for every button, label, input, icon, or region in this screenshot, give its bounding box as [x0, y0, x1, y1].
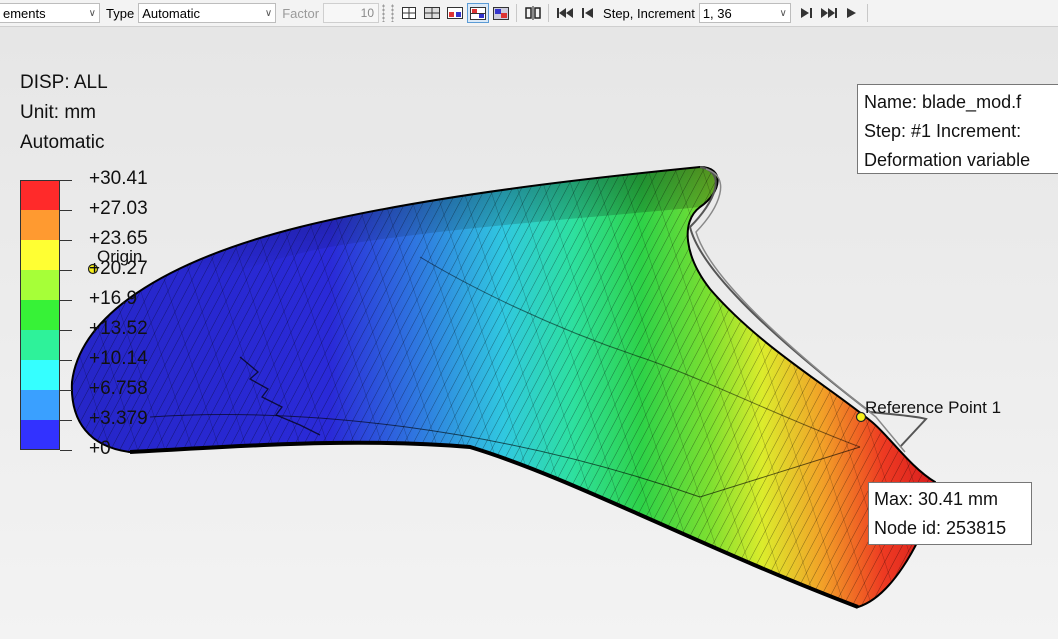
step-back-icon [581, 8, 593, 18]
legend-label: +10.14 [89, 348, 148, 369]
legend-color-swatch [20, 180, 60, 210]
mirror-icon [524, 6, 541, 20]
toolbar-separator [548, 4, 550, 22]
legend-color-swatch [20, 270, 60, 300]
previous-frame-button[interactable] [577, 3, 599, 23]
split-view-icon [423, 7, 440, 19]
legend-label: +0 [89, 438, 111, 459]
legend-tick [60, 210, 72, 211]
legend-tick [60, 390, 72, 391]
play-icon [847, 8, 857, 18]
legend-tick [60, 300, 72, 301]
type-label: Type [106, 5, 135, 21]
toolbar-separator [516, 4, 518, 22]
model-viewport[interactable]: DISP: ALL Unit: mm Automatic +30.41 +27.0… [0, 27, 1058, 639]
mirror-button[interactable] [522, 3, 544, 23]
display-group-select[interactable]: ements ∨ [0, 3, 100, 23]
legend-label: +16.9 [89, 288, 138, 309]
model-name-line: Name: blade_mod.f [864, 92, 1022, 112]
overlay-view-button[interactable] [490, 3, 512, 23]
legend-tick [60, 270, 72, 271]
split-view-button[interactable] [421, 3, 443, 23]
unit-label: Unit: mm [20, 102, 96, 123]
toolbar-separator [867, 4, 869, 22]
grid-view-button[interactable] [398, 3, 420, 23]
step-forward-icon [800, 8, 812, 18]
next-frame-button[interactable] [795, 3, 817, 23]
layout-view-button[interactable] [466, 3, 489, 23]
step-increment-value: 1, 36 [702, 5, 732, 21]
legend-label: +3.379 [89, 408, 148, 429]
model-info-box: Name: blade_mod.f Step: #1 Increment: De… [857, 84, 1058, 174]
display-group-select-value: ements [3, 5, 46, 21]
first-frame-button[interactable] [554, 3, 576, 23]
legend-color-swatch [20, 210, 60, 240]
node-id-line: Node id: 253815 [874, 518, 1007, 538]
overlay-icon [492, 6, 509, 20]
toolbar: ements ∨ Type Automatic ∨ Factor 10 Step… [0, 0, 1058, 27]
step-increment-select[interactable]: 1, 36 ∨ [698, 3, 791, 23]
legend-color-swatch [20, 420, 60, 450]
deformation-variable-line: Deformation variable [864, 150, 1031, 170]
legend-color-swatch [20, 240, 60, 270]
step-increment-label: Step, Increment [603, 5, 695, 21]
step-increment-line: Step: #1 Increment: [864, 121, 1022, 141]
legend-mode-label: Automatic [20, 132, 105, 153]
legend-label: +13.52 [89, 318, 148, 339]
legend-tick [60, 360, 72, 361]
origin-label: Origin [97, 247, 143, 266]
layout-icon [469, 6, 486, 20]
legend-color-swatch [20, 390, 60, 420]
legend-label: +6.758 [89, 378, 148, 399]
last-frame-button[interactable] [818, 3, 840, 23]
legend-label: +30.41 [89, 168, 148, 189]
toolbar-grip [391, 4, 395, 22]
factor-input[interactable]: 10 [323, 3, 380, 23]
grid-icon [401, 7, 416, 19]
legend-tick [60, 240, 72, 241]
chevron-down-icon: ∨ [264, 7, 273, 19]
legend-tick [60, 180, 72, 181]
type-select[interactable]: Automatic ∨ [138, 3, 277, 23]
legend-color-swatch [20, 330, 60, 360]
legend-color-swatch [20, 300, 60, 330]
variable-label: DISP: ALL [20, 72, 108, 93]
legend-tick [60, 330, 72, 331]
factor-label: Factor [282, 5, 320, 21]
play-button[interactable] [841, 3, 863, 23]
skip-last-icon [820, 8, 837, 18]
skip-first-icon [556, 8, 573, 18]
chevron-down-icon: ∨ [779, 7, 787, 19]
reference-point-label: Reference Point 1 [865, 398, 1002, 417]
legend-tick [60, 450, 72, 451]
legend-color-swatch [20, 360, 60, 390]
toolbar-grip [382, 4, 386, 22]
type-select-value: Automatic [142, 5, 200, 21]
legend-tick [60, 420, 72, 421]
compare-icon [446, 7, 463, 19]
max-value-line: Max: 30.41 mm [874, 489, 999, 509]
chevron-down-icon: ∨ [88, 7, 96, 19]
max-value-tooltip: Max: 30.41 mm Node id: 253815 [868, 482, 1032, 545]
compare-view-button[interactable] [444, 3, 466, 23]
legend-label: +27.03 [89, 198, 148, 219]
